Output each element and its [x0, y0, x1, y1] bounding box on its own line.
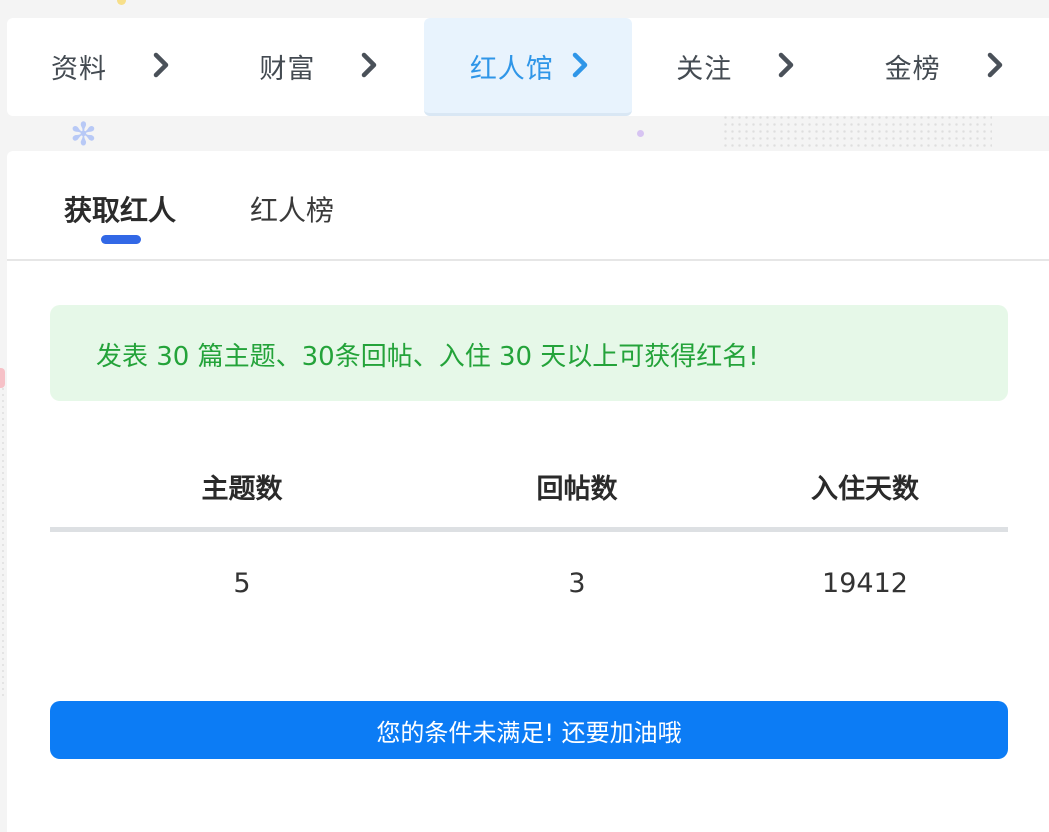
dot-pattern-decoration — [722, 114, 992, 152]
decor-dot — [117, 0, 126, 5]
tab-get-vip[interactable]: 获取红人 — [64, 189, 176, 229]
nav-item-label: 财富 — [259, 54, 316, 85]
nav-item-label: 红人馆 — [469, 54, 554, 85]
column-header-topics: 主题数 — [201, 474, 283, 505]
nav-item-label: 关注 — [676, 54, 733, 85]
active-tab-indicator — [101, 235, 141, 244]
nav-item-gold-list[interactable]: 金榜 — [841, 18, 1049, 116]
decor-dot — [0, 368, 5, 388]
days-count-value: 19412 — [822, 568, 908, 599]
top-nav: 资料 财富 红人馆 关注 金榜 — [7, 18, 1049, 116]
replies-count-value: 3 — [568, 568, 586, 599]
decor-dot — [637, 130, 644, 137]
nav-item-wealth[interactable]: 财富 — [215, 18, 423, 116]
chevron-right-icon — [987, 52, 1002, 78]
flower-decoration-icon: ✻ — [70, 115, 97, 153]
topics-count-value: 5 — [233, 568, 251, 599]
chevron-right-icon — [362, 52, 377, 78]
nav-item-profile[interactable]: 资料 — [7, 18, 215, 116]
column-header-days: 入住天数 — [811, 474, 919, 505]
requirement-notice-text: 发表 30 篇主题、30条回帖、入住 30 天以上可获得红名! — [96, 342, 759, 372]
chevron-right-icon — [153, 52, 169, 78]
stats-value-row: 5 3 19412 — [50, 532, 1008, 632]
chevron-right-icon — [778, 52, 794, 78]
conditions-status-button[interactable]: 您的条件未满足! 还要加油哦 — [50, 701, 1008, 759]
chevron-right-icon — [572, 52, 588, 78]
main-panel: 获取红人 红人榜 发表 30 篇主题、30条回帖、入住 30 天以上可获得红名!… — [7, 151, 1049, 832]
column-header-replies: 回帖数 — [536, 474, 618, 505]
stats-header-row: 主题数 回帖数 入住天数 — [50, 451, 1008, 532]
nav-item-label: 金榜 — [884, 54, 941, 85]
tab-vip-ranking[interactable]: 红人榜 — [250, 189, 334, 229]
nav-item-label: 资料 — [51, 54, 107, 85]
nav-item-vip-hall[interactable]: 红人馆 — [423, 18, 633, 116]
nav-item-following[interactable]: 关注 — [632, 18, 840, 116]
requirement-notice: 发表 30 篇主题、30条回帖、入住 30 天以上可获得红名! — [50, 305, 1008, 401]
sub-tabs: 获取红人 红人榜 — [7, 151, 1049, 261]
